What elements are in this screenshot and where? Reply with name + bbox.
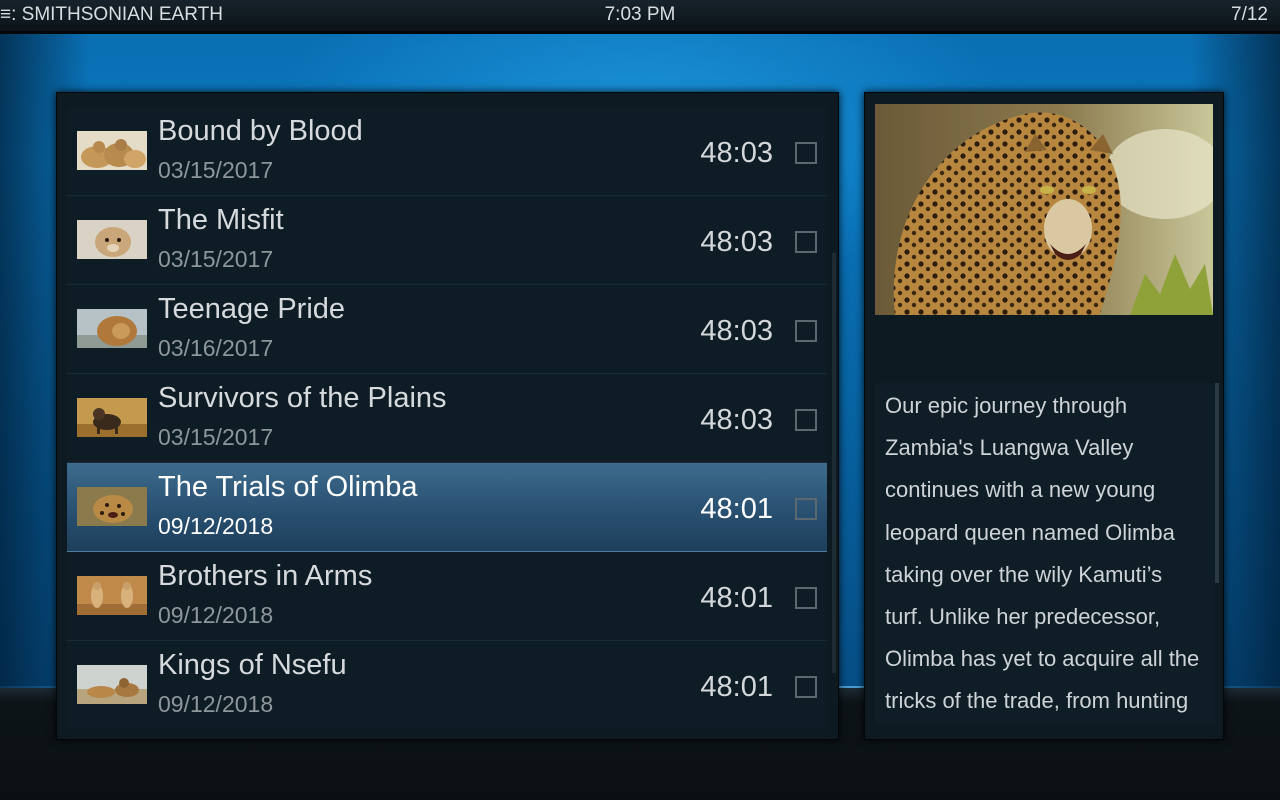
episode-thumbnail <box>77 309 147 348</box>
episode-date: 03/15/2017 <box>158 157 274 183</box>
episode-thumbnail <box>77 220 147 259</box>
episode-thumbnail <box>77 398 147 437</box>
episode-date: 09/12/2018 <box>158 602 274 628</box>
episode-title: Survivors of the Plains <box>158 382 447 414</box>
episode-duration: 48:01 <box>700 671 773 703</box>
episode-list-panel: Bound by Blood 03/15/2017 48:03 The Misfit 0… <box>56 92 839 740</box>
top-bar: ≡: SMITHSONIAN EARTH 7:03 PM 7/12 <box>0 0 1280 34</box>
plot-scrollbar[interactable] <box>1215 383 1219 583</box>
episode-date: 09/12/2018 <box>158 513 274 539</box>
episode-row[interactable]: Kings of Nsefu 09/12/2018 48:01 <box>67 641 827 727</box>
watched-checkbox[interactable] <box>795 498 817 520</box>
cheetahs-thumb <box>77 576 147 615</box>
episode-row[interactable]: Brothers in Arms 09/12/2018 48:01 <box>67 552 827 641</box>
watched-checkbox[interactable] <box>795 587 817 609</box>
episode-duration: 48:01 <box>700 493 773 525</box>
info-panel: Our epic journey through Zambia's Luangw… <box>864 92 1224 740</box>
plot-text: Our epic journey through Zambia's Luangw… <box>885 393 1200 714</box>
watched-checkbox[interactable] <box>795 676 817 698</box>
episode-row[interactable]: Survivors of the Plains 03/15/2017 48:03 <box>67 374 827 463</box>
lions-thumb <box>77 131 147 170</box>
plot-description[interactable]: Our epic journey through Zambia's Luangw… <box>875 383 1215 723</box>
episode-title: Teenage Pride <box>158 293 346 325</box>
episode-duration: 48:03 <box>700 226 773 258</box>
episode-date: 03/15/2017 <box>158 246 274 272</box>
episode-row[interactable]: Teenage Pride 03/16/2017 48:03 <box>67 285 827 374</box>
item-counter: 7/12 <box>1231 4 1268 25</box>
episode-duration: 48:01 <box>700 582 773 614</box>
episode-thumbnail <box>77 487 147 526</box>
episode-title: The Misfit <box>158 204 284 236</box>
episode-duration: 48:03 <box>700 137 773 169</box>
lion-thumb <box>77 309 147 348</box>
lions-resting-thumb <box>77 665 147 704</box>
clock: 7:03 PM <box>604 4 676 25</box>
episode-list[interactable]: Bound by Blood 03/15/2017 48:03 The Misfit 0… <box>67 107 827 727</box>
episode-row[interactable]: The Trials of Olimba 09/12/2018 48:01 <box>67 463 827 552</box>
episode-title: Brothers in Arms <box>158 560 373 592</box>
poster-image <box>875 104 1213 315</box>
episode-row[interactable]: The Misfit 03/15/2017 48:03 <box>67 196 827 285</box>
hyena-thumb <box>77 398 147 437</box>
episode-thumbnail <box>77 665 147 704</box>
episode-date: 09/12/2018 <box>158 691 274 717</box>
watched-checkbox[interactable] <box>795 320 817 342</box>
watched-checkbox[interactable] <box>795 231 817 253</box>
episode-thumbnail <box>77 576 147 615</box>
episode-thumbnail <box>77 131 147 170</box>
lion-cub-thumb <box>77 220 147 259</box>
episode-title: Bound by Blood <box>158 115 363 147</box>
episode-row[interactable]: Bound by Blood 03/15/2017 48:03 <box>67 107 827 196</box>
episode-title: The Trials of Olimba <box>158 471 418 503</box>
watched-checkbox[interactable] <box>795 409 817 431</box>
episode-date: 03/15/2017 <box>158 424 274 450</box>
watched-checkbox[interactable] <box>795 142 817 164</box>
leopard-poster <box>875 104 1213 315</box>
leopard-thumb <box>77 487 147 526</box>
episode-date: 03/16/2017 <box>158 335 274 361</box>
episode-duration: 48:03 <box>700 404 773 436</box>
episode-duration: 48:03 <box>700 315 773 347</box>
episode-title: Kings of Nsefu <box>158 649 347 681</box>
list-scrollbar[interactable] <box>832 253 836 673</box>
